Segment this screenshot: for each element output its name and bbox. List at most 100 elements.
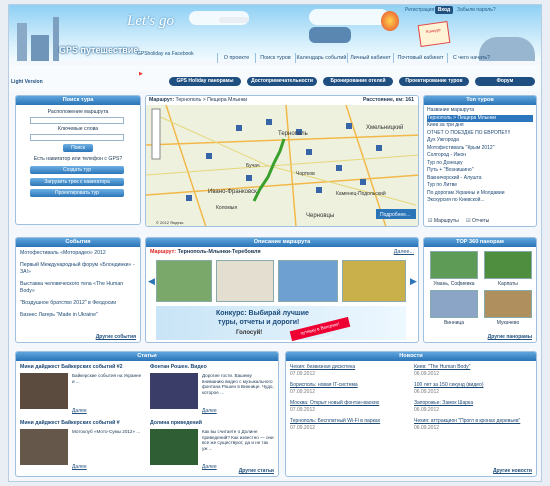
project-tour-button[interactable]: Проектировать тур	[30, 189, 124, 197]
map-canvas[interactable]: Тернополь Хмельницкий Ивано-Франковск Че…	[146, 105, 419, 227]
article-card[interactable]: Мини дайджест Байкерских событий #2 Байке…	[20, 364, 146, 416]
article-text: Как вы считаете о Долине приведений? Как…	[202, 429, 274, 451]
panoramas-button[interactable]: GPS Holiday панорамы	[169, 77, 241, 86]
top-tour-item[interactable]: Путь + "Вознишино"	[427, 167, 533, 175]
load-track-button[interactable]: Загрузить трек с навигатора	[30, 178, 124, 186]
news-item-title[interactable]: Борисполь: новая IT-система	[290, 382, 410, 389]
news-item[interactable]: Чехия: аттракцион "Прогл в кронах деревь…	[414, 418, 534, 431]
event-item[interactable]: Первый Международный форум «Блондинки» -…	[20, 262, 136, 276]
article-card[interactable]: Фонтан Рошен. Видео Дорогие гости. Вашему…	[150, 364, 276, 416]
more-events-link[interactable]: Другие события	[96, 334, 136, 340]
nav-start[interactable]: С чего начать?	[447, 53, 495, 63]
top-tour-item[interactable]: Солгород - Ижон	[427, 152, 533, 160]
article-thumb[interactable]	[150, 429, 198, 465]
contest-badge[interactable]: Конкурс	[417, 21, 451, 47]
article-title[interactable]: Мини дайджест Байкерских событий #2	[20, 364, 146, 370]
login-button[interactable]: Вход	[435, 6, 453, 14]
event-item[interactable]: Выставка человеческого тела «The Human B…	[20, 281, 136, 295]
city-ternopil: Тернополь	[278, 131, 308, 137]
top-tour-item[interactable]: По дорогам Украины и Молдавии	[427, 190, 533, 198]
contest-banner[interactable]: Конкурс: Выбирай лучшие туры, отчеты и д…	[156, 306, 406, 342]
route-map[interactable]: Маршрут: Тернополь > Пещера Млынки Расст…	[145, 95, 419, 227]
panorama-thumb-1[interactable]	[430, 251, 478, 279]
top-tour-item[interactable]: Название маршрута	[427, 107, 533, 115]
article-thumb[interactable]	[20, 373, 68, 409]
news-list-left: Чехия: безвизная дискотека 07.09.2012 Бори…	[290, 364, 410, 436]
prev-arrow-icon[interactable]: ◀	[148, 276, 155, 288]
more-articles-link[interactable]: Другие статьи	[239, 468, 274, 474]
article-more[interactable]: Далее	[72, 408, 87, 414]
forum-button[interactable]: Форум	[475, 77, 535, 86]
nav-mail[interactable]: Почтовый кабинет	[393, 53, 447, 63]
news-item[interactable]: Киев: "The Human Body" 06.09.2012	[414, 364, 534, 377]
map-details-button[interactable]: Подробнее...	[380, 212, 410, 218]
location-select[interactable]	[30, 117, 124, 124]
top-tour-item[interactable]: Мотофестиваль "Крым 2012"	[427, 145, 533, 153]
news-item-title[interactable]: Чехия: безвизная дискотека	[290, 364, 410, 371]
top-tour-item[interactable]: Тур по Донецку	[427, 160, 533, 168]
youtube-icon[interactable]: ▶	[139, 71, 143, 77]
news-item-date: 06.09.2012	[414, 389, 440, 395]
route-photo-1[interactable]	[156, 260, 212, 302]
news-item-title[interactable]: Чехия: аттракцион "Прогл в кронах деревь…	[414, 418, 534, 425]
article-more[interactable]: Далее	[72, 464, 87, 470]
news-item[interactable]: Москва: Открыт новый фонтан-ваохих 07.09.…	[290, 400, 410, 413]
article-title[interactable]: Мини дайджест Байкерских событий #	[20, 420, 146, 426]
panorama-thumb-2[interactable]	[484, 251, 532, 279]
map-zoom-control[interactable]	[151, 108, 161, 160]
article-more[interactable]: Далее	[202, 408, 217, 414]
route-photo-2[interactable]	[216, 260, 274, 302]
nav-about[interactable]: О проекте	[217, 53, 255, 63]
article-more[interactable]: Далее	[202, 464, 217, 470]
more-panoramas-link[interactable]: Другие панорамы	[488, 334, 532, 340]
article-card[interactable]: Долина приведений Как вы считаете о Долин…	[150, 420, 276, 472]
hotels-button[interactable]: Бронирование отелей	[323, 77, 393, 86]
nav-cabinet[interactable]: Личный кабинет	[347, 53, 393, 63]
article-thumb[interactable]	[150, 373, 198, 409]
keywords-input[interactable]	[30, 134, 124, 141]
route-desc-more[interactable]: Далее...	[394, 249, 414, 255]
news-item[interactable]: Чехия: безвизная дискотека 07.09.2012	[290, 364, 410, 377]
news-item-title[interactable]: Тернополь: Бесплатный Wi-Fi в парках	[290, 418, 410, 425]
panorama-thumb-3[interactable]	[430, 290, 478, 318]
tour-design-button[interactable]: Проектирование туров	[399, 77, 469, 86]
news-item-title[interactable]: Москва: Открыт новый фонтан-ваохих	[290, 400, 410, 407]
news-item[interactable]: Тернополь: Бесплатный Wi-Fi в парках 07.0…	[290, 418, 410, 431]
news-item-title[interactable]: Киев: "The Human Body"	[414, 364, 534, 371]
article-title[interactable]: Фонтан Рошен. Видео	[150, 364, 276, 370]
news-item-title[interactable]: Запорожье: Замок Шарка	[414, 400, 534, 407]
top-tour-item[interactable]: Тур по Литве	[427, 182, 533, 190]
route-photo-4[interactable]	[342, 260, 406, 302]
article-card[interactable]: Мини дайджест Байкерских событий # Мотокл…	[20, 420, 146, 472]
news-item-title[interactable]: 100 лет за 150 секунд (видео)	[414, 382, 534, 389]
event-item[interactable]: Бизнес Лагерь "Made in Ukraine"	[20, 312, 136, 319]
sights-button[interactable]: Достопримечательности	[247, 77, 317, 86]
light-version-link[interactable]: Light Version	[11, 79, 43, 85]
main-nav: О проекте Поиск туров Календарь событий …	[9, 53, 541, 65]
route-photo-3[interactable]	[278, 260, 338, 302]
event-item[interactable]: Мотофестиваль «Моторадео» 2012	[20, 250, 136, 257]
top-tour-item[interactable]: Вакничорский - Алушта	[427, 175, 533, 183]
top-tour-item[interactable]: ОТЧЕТ О ПОЕЗДКЕ ПО ЕВРОПЕ!!!!	[427, 130, 533, 138]
article-thumb[interactable]	[20, 429, 68, 465]
top-tour-item[interactable]: Экскурсия по Киевской...	[427, 197, 533, 205]
search-button[interactable]: Поиск	[63, 144, 93, 152]
news-item[interactable]: 100 лет за 150 секунд (видео) 06.09.2012	[414, 382, 534, 395]
contest-banner-text-1: Конкурс: Выбирай лучшие	[216, 310, 309, 317]
top-tour-item[interactable]: Тернополь > Пещера Млынки	[427, 114, 533, 122]
event-item[interactable]: "Воздушное братство 2012" в Феодосии	[20, 300, 136, 307]
top-tour-item[interactable]: Дух Ужгорода	[427, 137, 533, 145]
article-title[interactable]: Долина приведений	[150, 420, 276, 426]
city-kolomyia: Коломыя	[216, 205, 237, 211]
news-item[interactable]: Запорожье: Замок Шарка 06.09.2012	[414, 400, 534, 413]
panorama-thumb-4[interactable]	[484, 290, 532, 318]
nav-event-calendar[interactable]: Календарь событий	[295, 53, 347, 63]
register-link[interactable]: Регистрация	[405, 7, 434, 13]
forgot-password-link[interactable]: Забыли пароль?	[457, 7, 496, 13]
create-tour-button[interactable]: Создать тур	[30, 166, 124, 174]
news-item[interactable]: Борисполь: новая IT-система 07.09.2012	[290, 382, 410, 395]
nav-tour-search[interactable]: Поиск туров	[255, 53, 295, 63]
next-arrow-icon[interactable]: ▶	[410, 276, 417, 288]
more-news-link[interactable]: Другие новости	[493, 468, 532, 474]
top-tour-item[interactable]: Киев за три дня	[427, 122, 533, 130]
